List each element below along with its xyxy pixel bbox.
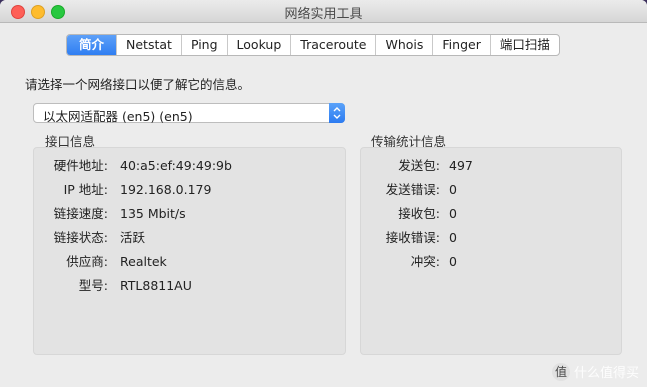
- link-speed-value: 135 Mbit/s: [120, 206, 186, 221]
- tab-finger[interactable]: Finger: [432, 35, 489, 55]
- link-status-value: 活跃: [120, 230, 146, 245]
- packets-sent-label: 发送包:: [398, 158, 440, 173]
- watermark-badge: 值: [551, 362, 570, 381]
- ip-address-label: IP 地址:: [63, 182, 108, 197]
- watermark: 值 什么值得买: [551, 362, 639, 381]
- tab-lookup[interactable]: Lookup: [226, 35, 291, 55]
- vendor-value: Realtek: [120, 254, 167, 269]
- watermark-text: 什么值得买: [573, 366, 639, 381]
- packets-received-label: 接收包:: [398, 206, 440, 221]
- window-title: 网络实用工具: [284, 7, 363, 22]
- tab-whois[interactable]: Whois: [375, 35, 432, 55]
- tab-traceroute[interactable]: Traceroute: [290, 35, 375, 55]
- chevron-updown-icon: [329, 103, 345, 123]
- transfer-stats-panel: 发送包: 497 发送错误: 0 接收包: 0 接收错误: 0 冲突: 0: [360, 147, 622, 355]
- tab-bar: 简介 Netstat Ping Lookup Traceroute Whois …: [66, 34, 560, 56]
- link-speed-label: 链接速度:: [53, 206, 108, 221]
- collisions-label: 冲突:: [410, 254, 440, 269]
- tab-port-scan[interactable]: 端口扫描: [489, 35, 559, 55]
- select-interface-prompt: 请选择一个网络接口以便了解它的信息。: [25, 77, 251, 92]
- link-status-label: 链接状态:: [53, 230, 108, 245]
- tab-ping[interactable]: Ping: [180, 35, 227, 55]
- model-label: 型号:: [78, 278, 108, 293]
- network-utility-window: 网络实用工具 简介 Netstat Ping Lookup Traceroute…: [0, 0, 647, 387]
- interface-select[interactable]: 以太网适配器 (en5) (en5): [33, 103, 345, 124]
- tab-info[interactable]: 简介: [67, 35, 117, 55]
- hardware-address-value: 40:a5:ef:49:49:9b: [120, 158, 232, 173]
- send-errors-label: 发送错误:: [385, 182, 440, 197]
- packets-sent-value: 497: [449, 158, 473, 173]
- collisions-value: 0: [449, 254, 457, 269]
- hardware-address-label: 硬件地址:: [53, 158, 108, 173]
- model-value: RTL8811AU: [120, 278, 192, 293]
- vendor-label: 供应商:: [66, 254, 108, 269]
- receive-errors-value: 0: [449, 230, 457, 245]
- ip-address-value: 192.168.0.179: [120, 182, 212, 197]
- interface-select-value: 以太网适配器 (en5) (en5): [43, 109, 193, 124]
- send-errors-value: 0: [449, 182, 457, 197]
- interface-info-panel: 硬件地址: 40:a5:ef:49:49:9b IP 地址: 192.168.0…: [33, 147, 346, 355]
- packets-received-value: 0: [449, 206, 457, 221]
- tab-netstat[interactable]: Netstat: [116, 35, 181, 55]
- title-bar[interactable]: 网络实用工具: [0, 0, 647, 23]
- receive-errors-label: 接收错误:: [385, 230, 440, 245]
